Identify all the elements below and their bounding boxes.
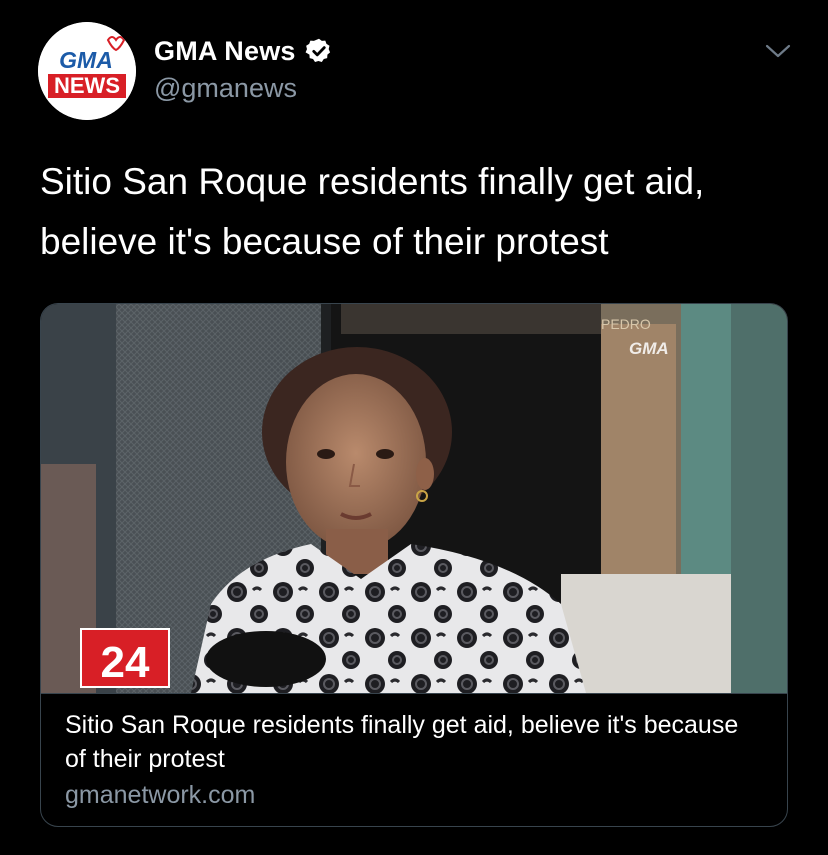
card-domain: gmanetwork.com — [65, 781, 256, 809]
tweet[interactable]: GMA NEWS GMA News @gmanews Sitio San Roq… — [0, 0, 828, 855]
sign-text: PEDRO — [601, 316, 651, 332]
card-image[interactable]: PEDRO GMA 24 — [41, 304, 787, 694]
svg-text:NEWS: NEWS — [54, 73, 120, 98]
tweet-text: Sitio San Roque residents finally get ai… — [40, 161, 705, 262]
handle[interactable]: @gmanews — [154, 73, 297, 104]
display-name[interactable]: GMA News — [154, 36, 296, 67]
channel-24-logo: 24 — [101, 638, 150, 687]
card-body[interactable]: Sitio San Roque residents finally get ai… — [65, 708, 765, 812]
card-title[interactable]: Sitio San Roque residents finally get ai… — [65, 708, 765, 776]
gma-news-logo: GMA NEWS — [38, 22, 136, 120]
chevron-down-icon[interactable] — [764, 40, 792, 62]
news-video-still: PEDRO GMA 24 — [41, 304, 787, 693]
avatar[interactable]: GMA NEWS — [38, 22, 136, 120]
gma-watermark: GMA — [629, 339, 669, 358]
verified-badge-icon — [305, 38, 331, 62]
link-card[interactable]: PEDRO GMA 24 Sitio San Roque residents f… — [40, 303, 788, 827]
svg-text:GMA: GMA — [59, 47, 113, 73]
